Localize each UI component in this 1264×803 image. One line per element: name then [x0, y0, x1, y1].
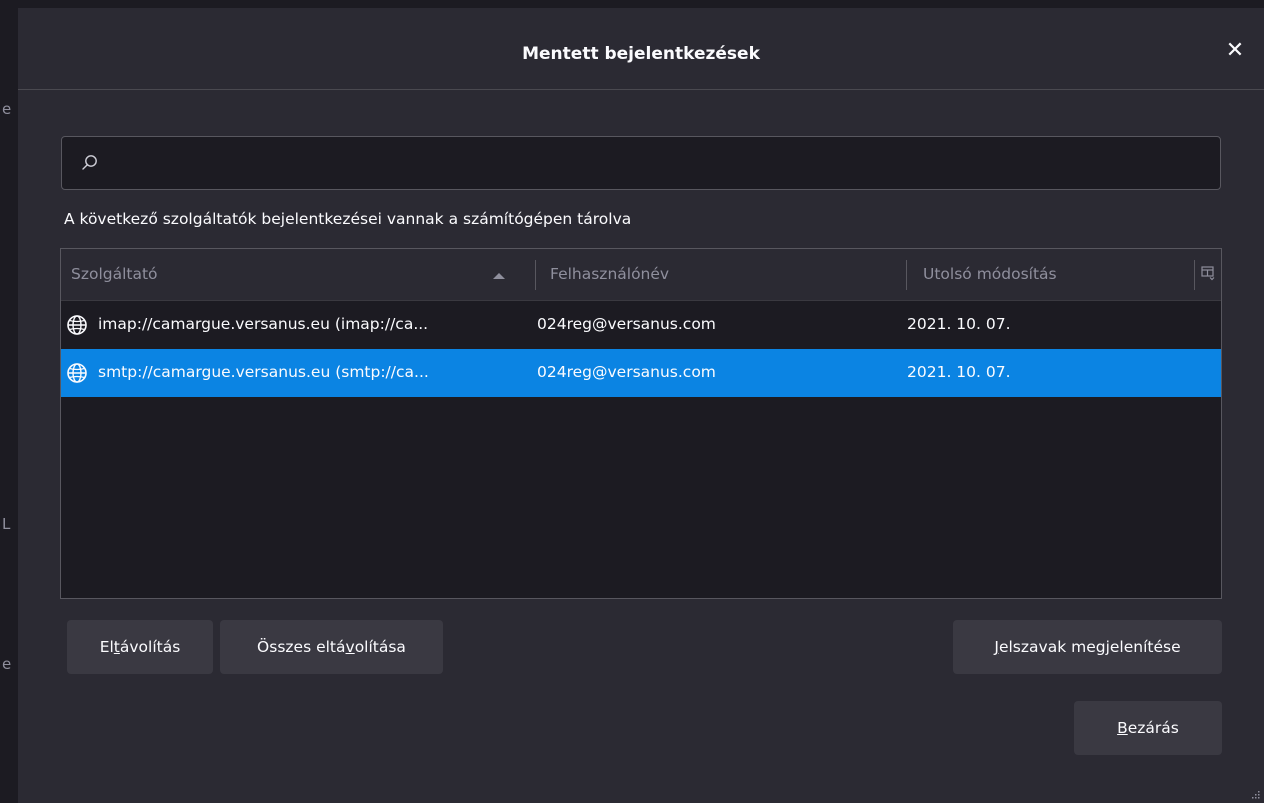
row-provider: imap://camargue.versanus.eu (imap://ca..… [98, 315, 429, 333]
button-label: Összes eltá [257, 638, 346, 656]
logins-table[interactable]: Szolgáltató Felhasználónév Utolsó módosí… [60, 248, 1222, 599]
button-label: elszavak megjelenítése [998, 638, 1181, 656]
background-fragment: e [2, 100, 12, 118]
row-modified: 2021. 10. 07. [907, 315, 1011, 333]
table-header: Szolgáltató Felhasználónév Utolsó módosí… [61, 249, 1221, 301]
column-picker-icon[interactable] [1201, 265, 1215, 281]
row-provider: smtp://camargue.versanus.eu (smtp://ca..… [98, 363, 429, 381]
access-key: B [1117, 719, 1128, 737]
column-separator [1194, 260, 1195, 290]
dialog-title: Mentett bejelentkezések [522, 44, 760, 64]
table-row-selected[interactable]: smtp://camargue.versanus.eu (smtp://ca..… [61, 349, 1221, 397]
row-username: 024reg@versanus.com [537, 315, 716, 333]
column-header-username[interactable]: Felhasználónév [550, 265, 669, 283]
close-icon[interactable]: ✕ [1224, 40, 1246, 62]
saved-logins-dialog: Mentett bejelentkezések ✕ A következő sz… [18, 8, 1264, 803]
button-label: El [99, 638, 114, 656]
search-input[interactable] [108, 137, 1212, 191]
column-separator[interactable] [906, 260, 907, 290]
search-box[interactable] [61, 136, 1221, 191]
search-icon [82, 155, 97, 170]
dialog-titlebar: Mentett bejelentkezések ✕ [18, 8, 1264, 90]
show-passwords-button[interactable]: Jelszavak megjelenítése [953, 620, 1222, 674]
close-button[interactable]: Bezárás [1074, 701, 1222, 755]
background-fragment: e [2, 655, 12, 673]
globe-icon [67, 315, 87, 335]
button-label: ávolítás [119, 638, 181, 656]
logins-description: A következő szolgáltatók bejelentkezései… [64, 210, 632, 228]
button-label: ezárás [1127, 719, 1179, 737]
globe-icon [67, 363, 87, 383]
column-header-modified[interactable]: Utolsó módosítás [923, 265, 1057, 283]
background-app: e L e [0, 0, 18, 803]
row-username: 024reg@versanus.com [537, 363, 716, 381]
access-key: v [345, 638, 355, 656]
sort-ascending-icon [493, 273, 505, 279]
column-header-provider[interactable]: Szolgáltató [71, 265, 158, 283]
resize-grip-icon[interactable] [1250, 789, 1260, 799]
background-fragment: L [2, 515, 11, 533]
row-modified: 2021. 10. 07. [907, 363, 1011, 381]
table-row[interactable]: imap://camargue.versanus.eu (imap://ca..… [61, 301, 1221, 349]
button-label: olítása [354, 638, 406, 656]
remove-all-button[interactable]: Összes eltávolítása [220, 620, 443, 674]
remove-button[interactable]: Eltávolítás [67, 620, 213, 674]
column-separator[interactable] [535, 260, 536, 290]
